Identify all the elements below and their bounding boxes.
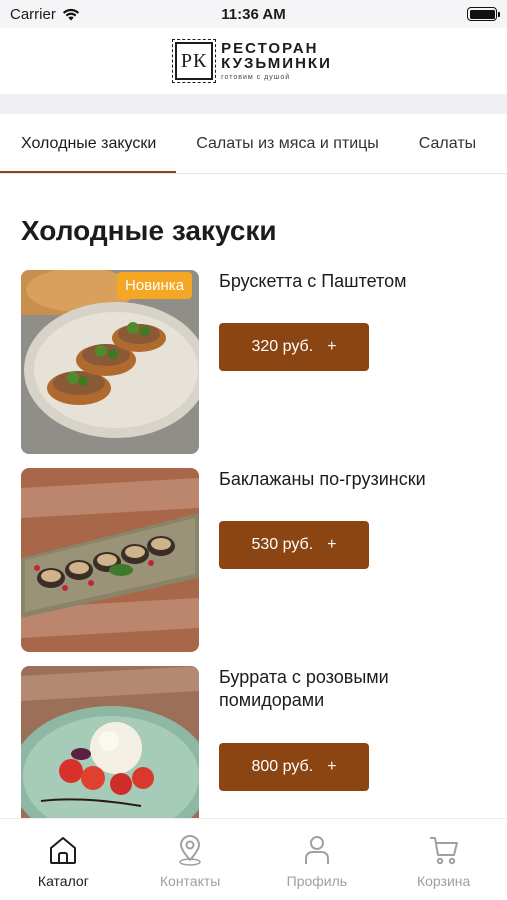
product-name: Брускетта с Паштетом [219, 271, 407, 291]
logo-mark: РК [172, 39, 217, 83]
logo-line-2: КУЗЬМИНКИ [221, 55, 332, 72]
plus-icon: + [327, 536, 337, 553]
tab-label: Холодные закуски [21, 134, 157, 152]
product-card[interactable]: Новинка Брускетта с Паштетом 320 руб. + [21, 270, 491, 454]
price-label: 800 руб. [251, 758, 314, 775]
price-label: 320 руб. [251, 338, 314, 355]
plus-icon: + [327, 338, 337, 355]
price-label: 530 руб. [251, 536, 314, 553]
tab-cold-appetizers[interactable]: Холодные закуски [0, 114, 177, 173]
bottom-nav: Каталог Контакты Профиль Корзина [0, 818, 507, 900]
header-divider [0, 94, 507, 114]
battery-level [469, 9, 495, 19]
plus-icon: + [327, 758, 337, 775]
logo-tagline: готовим с душой [221, 74, 291, 81]
nav-label: Профиль [286, 873, 348, 889]
nav-cart[interactable]: Корзина [380, 819, 507, 900]
battery-icon [467, 7, 500, 21]
home-icon [50, 837, 77, 864]
status-bar: Carrier 11:36 AM [0, 0, 507, 28]
eggplant-photo [21, 468, 199, 652]
nav-label: Корзина [416, 873, 471, 889]
restaurant-logo: РК РЕСТОРАН КУЗЬМИНКИ готовим с душой [172, 39, 332, 83]
nav-label: Каталог [37, 873, 89, 889]
logo-text: РЕСТОРАН КУЗЬМИНКИ готовим с душой [221, 41, 332, 81]
category-tabs[interactable]: Холодные закуски Салаты из мяса и птицы … [0, 114, 507, 174]
add-to-cart-button[interactable]: 320 руб. + [219, 323, 369, 371]
product-name: Баклажаны по-грузински [219, 469, 426, 489]
new-badge: Новинка [117, 272, 193, 299]
nav-label: Контакты [159, 873, 221, 889]
person-icon [304, 836, 329, 864]
product-card[interactable]: Баклажаны по-грузински 530 руб. + [21, 468, 491, 652]
tab-label: Салаты из мяса и птицы [196, 134, 379, 152]
cart-icon [429, 837, 458, 865]
nav-profile[interactable]: Профиль [254, 819, 381, 900]
location-pin-icon [179, 835, 201, 866]
product-name: Буррата с розовыми помидорами [219, 667, 389, 710]
tab-label: Салаты [418, 134, 477, 152]
product-image[interactable] [21, 666, 199, 818]
add-to-cart-button[interactable]: 530 руб. + [219, 521, 369, 569]
section-title: Холодные закуски [21, 215, 277, 246]
product-image[interactable] [21, 468, 199, 652]
tab-meat-salads[interactable]: Салаты из мяса и птицы [176, 114, 399, 173]
tab-salads[interactable]: Салаты [399, 114, 496, 173]
burrata-photo [21, 666, 199, 818]
status-left: Carrier [10, 6, 80, 23]
nav-contacts[interactable]: Контакты [127, 819, 254, 900]
wifi-icon [62, 8, 79, 20]
logo-line-1: РЕСТОРАН [221, 40, 319, 57]
add-to-cart-button[interactable]: 800 руб. + [219, 743, 369, 791]
nav-catalog[interactable]: Каталог [0, 819, 127, 900]
carrier-label: Carrier [10, 5, 56, 23]
app-header: РК РЕСТОРАН КУЗЬМИНКИ готовим с душой [0, 28, 507, 94]
